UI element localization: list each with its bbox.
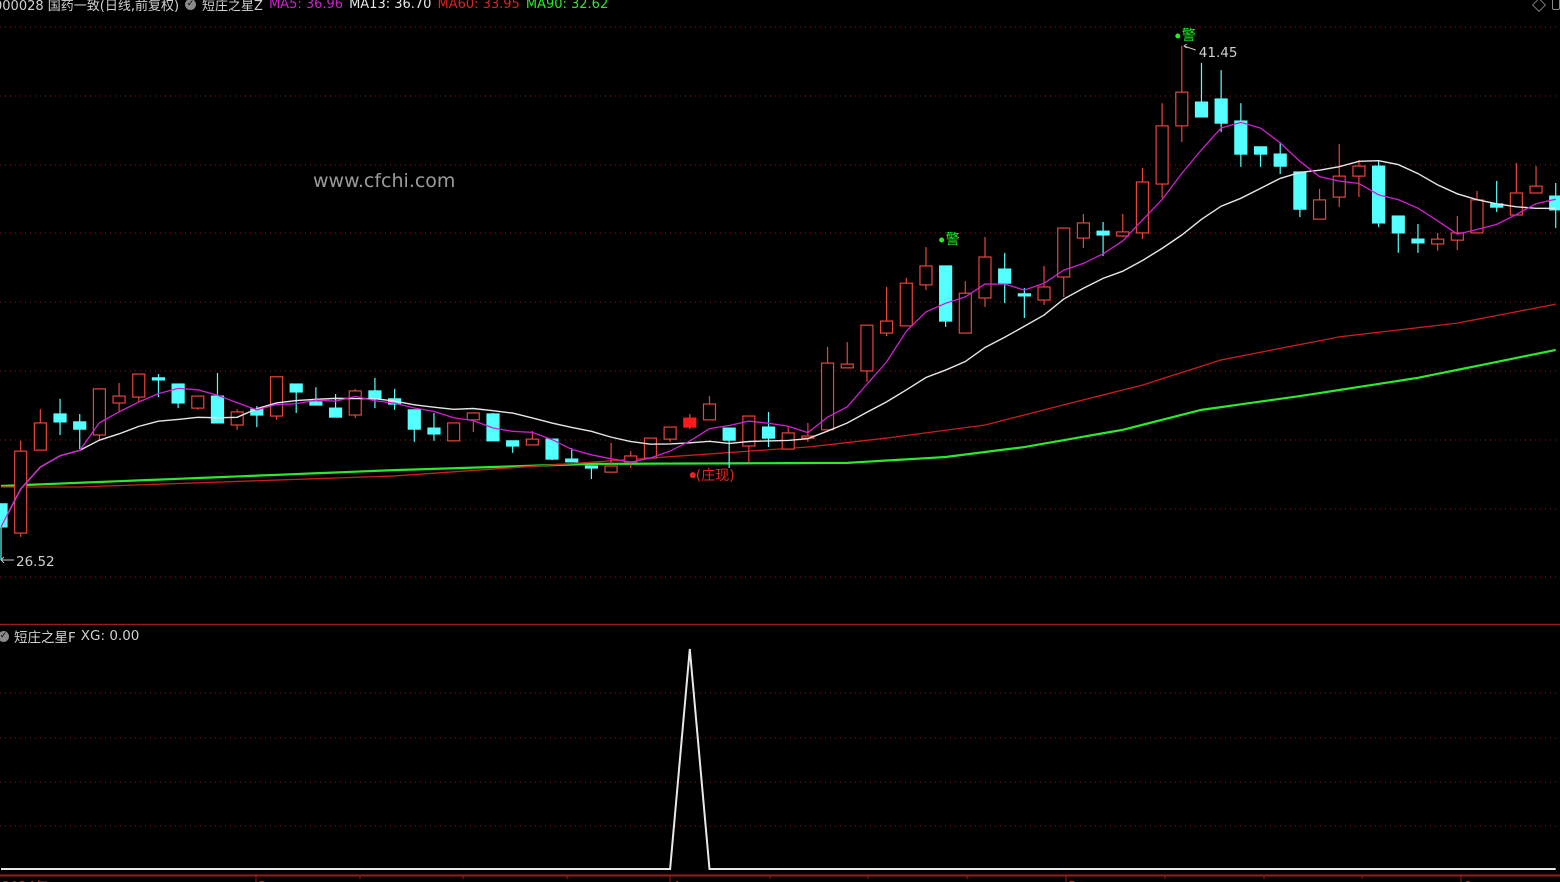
signal-dot xyxy=(1175,33,1181,39)
candle-down xyxy=(1293,171,1307,210)
sub-indicator-name[interactable]: 短庄之星F xyxy=(14,626,76,646)
high-price-label: 41.45 xyxy=(1199,45,1238,61)
candle-up xyxy=(899,282,913,327)
candle-up xyxy=(1155,125,1169,185)
ma60-line xyxy=(1,303,1556,488)
signal-dot xyxy=(939,237,945,243)
high-arrow-icon xyxy=(1183,43,1196,51)
candle-up xyxy=(683,417,697,428)
candle-up xyxy=(14,450,28,534)
candle-down xyxy=(53,413,67,423)
candlestick-chart[interactable]: 2024年3456警警(庄现)41.4526.52 xyxy=(0,0,1560,882)
candle-up xyxy=(447,422,461,442)
low-arrow-icon xyxy=(0,556,14,564)
candle-down xyxy=(565,458,579,463)
candle-up xyxy=(840,363,854,369)
candle-down xyxy=(210,395,225,424)
candle-down xyxy=(939,265,953,322)
candle-up xyxy=(1175,91,1189,127)
candle-down xyxy=(722,427,736,441)
candle-down xyxy=(1096,230,1110,236)
candle-up xyxy=(1431,238,1445,245)
candle-down xyxy=(1391,215,1405,234)
candle-down xyxy=(1017,293,1031,297)
candle-down xyxy=(368,390,382,400)
candle-up xyxy=(348,390,362,416)
candle-up xyxy=(919,265,933,286)
candle-down xyxy=(151,377,166,381)
xg-value: XG: 0.00 xyxy=(80,628,140,644)
candle-up xyxy=(879,320,894,334)
zhuang-signal: (庄现) xyxy=(696,467,735,484)
sub-indicator-toggle-icon[interactable]: ✓ xyxy=(0,630,9,642)
candle-down xyxy=(1273,153,1287,167)
warning-signal: 警 xyxy=(946,232,960,248)
candle-down xyxy=(998,268,1012,284)
candle-down xyxy=(584,465,599,469)
low-price-label: 26.52 xyxy=(16,554,55,570)
candle-up xyxy=(604,465,618,473)
candle-up xyxy=(132,373,146,398)
candle-up xyxy=(466,412,480,421)
candle-up xyxy=(1116,231,1130,237)
candle-up xyxy=(978,256,992,299)
candle-down xyxy=(427,427,441,435)
candle-up xyxy=(33,422,47,451)
candle-down xyxy=(1253,146,1268,155)
candle-up xyxy=(860,324,874,372)
candle-up xyxy=(1332,175,1346,198)
ma5-line xyxy=(0,121,1556,528)
xg-line xyxy=(1,648,1556,870)
candle-down xyxy=(309,401,323,406)
sub-panel-header: ✓ 短庄之星F XG: 0.00 xyxy=(0,626,139,646)
candle-up xyxy=(1076,222,1091,239)
candle-up xyxy=(1037,286,1051,301)
candle-down xyxy=(1411,238,1425,244)
candle-down xyxy=(1214,98,1228,124)
candle-up xyxy=(525,438,539,446)
candle-down xyxy=(73,421,87,430)
candle-up xyxy=(230,411,244,426)
candle-up xyxy=(1529,185,1543,194)
candle-down xyxy=(407,409,421,430)
watermark: www.cfchi.com xyxy=(313,170,456,192)
candle-up xyxy=(1312,199,1327,220)
warning-signal: 警 xyxy=(1182,28,1196,44)
candle-up xyxy=(269,376,284,417)
candle-up xyxy=(191,395,205,409)
candle-up xyxy=(643,437,658,459)
candle-down xyxy=(328,407,343,418)
candle-down xyxy=(1234,120,1248,155)
candle-down xyxy=(506,440,520,447)
candle-down xyxy=(761,426,776,439)
candle-up xyxy=(702,403,717,421)
candle-down xyxy=(171,383,185,404)
candle-up xyxy=(663,426,677,440)
candle-up xyxy=(112,395,126,404)
candle-up xyxy=(1352,165,1366,177)
candle-down xyxy=(289,383,303,393)
candle-down xyxy=(1194,101,1209,118)
candle-up xyxy=(958,292,972,334)
